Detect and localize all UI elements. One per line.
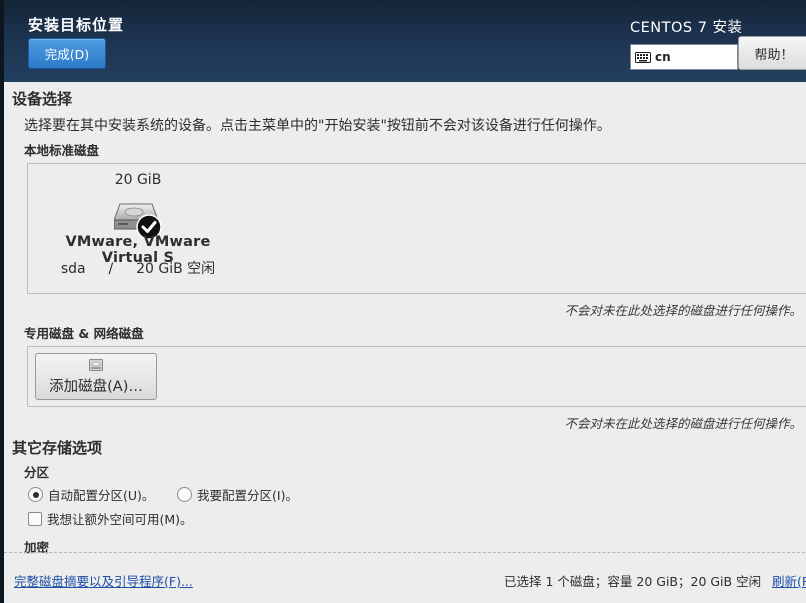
page-title: 安装目标位置 [28,16,125,34]
disk-item-sda[interactable]: 20 GiB VMware, VMware Virtual S sda / 20… [40,172,236,290]
local-disks-panel: 20 GiB VMware, VMware Virtual S sda / 20… [27,163,806,294]
done-button[interactable]: 完成(D) [28,38,106,69]
other-storage-title: 其它存储选项 [12,439,103,457]
refresh-link[interactable]: 刷新(R) [772,571,806,590]
local-disks-note: 不会对未在此处选择的磁盘进行任何操作。 [564,303,802,318]
disk-device: sda [60,261,86,277]
disk-separator: / [108,261,114,277]
encryption-title: 加密 [24,540,50,555]
special-disks-note: 不会对未在此处选择的磁盘进行任何操作。 [564,416,802,431]
special-disks-title: 专用磁盘 & 网络磁盘 [24,326,144,341]
full-disk-summary-link[interactable]: 完整磁盘摘要以及引导程序(F)... [14,571,193,590]
header-bar: 安装目标位置 完成(D) CENTOS 7 安装 cn 帮助！ [0,0,806,82]
partition-auto-option[interactable]: 自动配置分区(U)。 [28,484,154,504]
device-selection-description: 选择要在其中安装系统的设备。点击主菜单中的"开始安装"按钮前不会对该设备进行任何… [24,118,611,134]
keyboard-layout-indicator[interactable]: cn [630,44,738,70]
partitioning-title: 分区 [24,465,50,480]
partition-auto-label: 自动配置分区(U)。 [48,488,155,503]
selection-status: 已选择 1 个磁盘；容量 20 GiB；20 GiB 空闲 [504,574,762,589]
scroll-divider [4,552,806,553]
add-disk-icon [89,359,103,371]
special-disks-panel: 添加磁盘(A)… [27,346,806,407]
disk-size: 20 GiB [114,172,162,188]
partition-auto-radio[interactable] [28,487,43,502]
main-content: 设备选择 选择要在其中安装系统的设备。点击主菜单中的"开始安装"按钮前不会对该设… [0,82,806,603]
help-button[interactable]: 帮助！ [738,36,806,70]
disk-free: 20 GiB 空闲 [136,261,216,277]
device-selection-title: 设备选择 [12,90,73,108]
partition-manual-label: 我要配置分区(I)。 [197,488,298,503]
local-disks-title: 本地标准磁盘 [24,143,100,158]
partition-manual-option[interactable]: 我要配置分区(I)。 [177,484,298,504]
keyboard-layout-label: cn [655,50,671,64]
add-disk-label: 添加磁盘(A)… [49,379,143,395]
extra-space-label: 我想让额外空间可用(M)。 [47,512,193,527]
product-title: CENTOS 7 安装 [630,20,743,36]
add-disk-button[interactable]: 添加磁盘(A)… [35,353,157,400]
keyboard-icon [635,51,651,63]
disk-info: sda / 20 GiB 空闲 [40,258,236,278]
extra-space-option[interactable]: 我想让额外空间可用(M)。 [28,508,193,528]
partition-manual-radio[interactable] [177,487,192,502]
extra-space-checkbox[interactable] [28,511,42,526]
